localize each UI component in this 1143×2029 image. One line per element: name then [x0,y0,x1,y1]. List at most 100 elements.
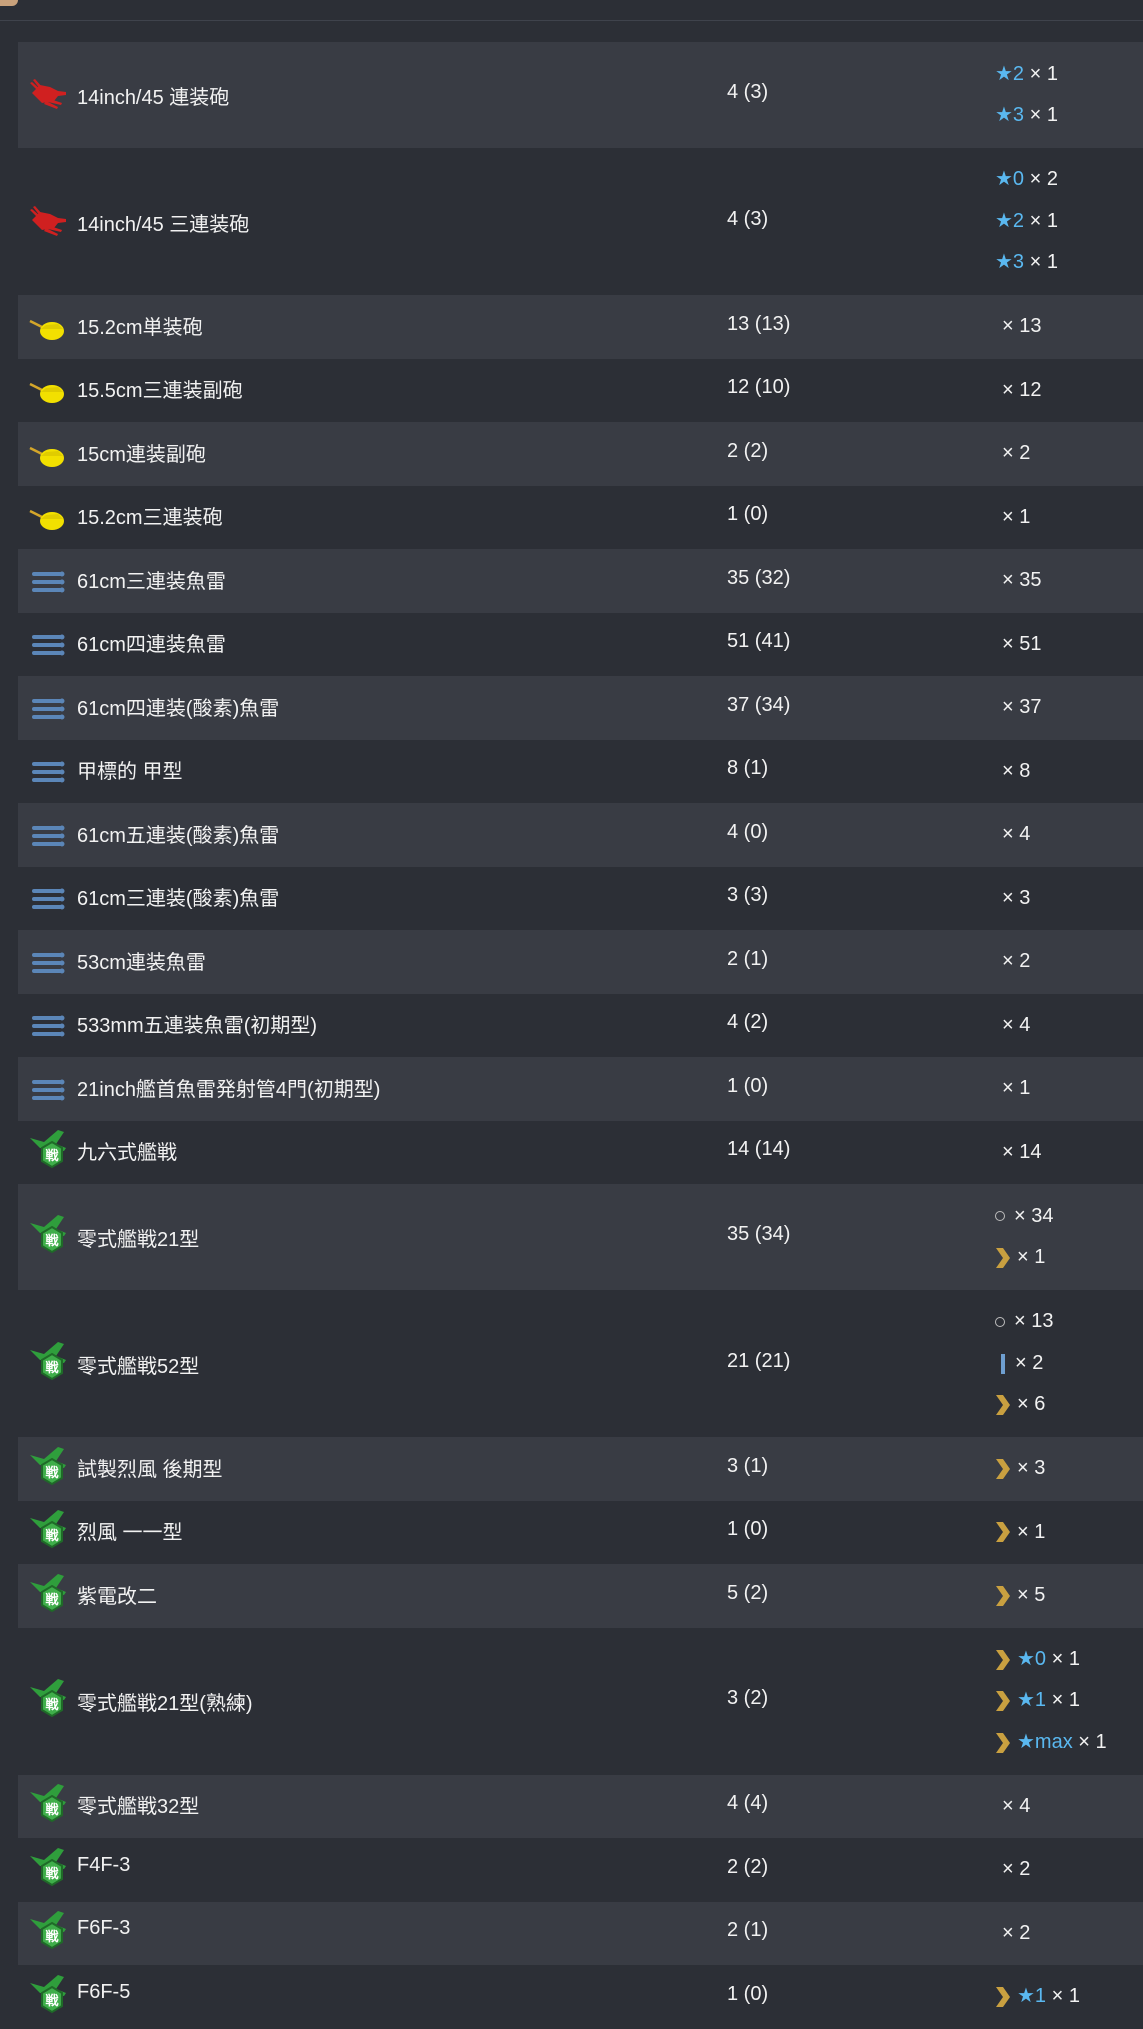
multiplier: × 2 [1015,1351,1044,1374]
multiplier: × 4 [1002,823,1031,845]
chevron-icon [995,1394,1017,1416]
multiplier: × 3 [1002,886,1031,909]
star-level: ★0 [995,168,1025,191]
equipment-name: 零式艦戦32型 [77,1796,200,1819]
equipment-list: 14inch/45 連装砲 4 (3) ★2 × 1 ★3 × 1 14inch/45 … [18,42,1143,2029]
proficiency-list: × 2 [995,433,1030,475]
secondary-gun-icon [28,499,68,535]
chevron-icon [995,1585,1017,1607]
svg-text:戦: 戦 [45,1993,59,2009]
equipment-name: F6F-5 [77,1980,131,2003]
equipment-row: 戦 零式艦戦21型 35 (34) × 34 × 1 [18,1184,1143,1290]
equipment-count: 14 (14) [727,1138,791,1161]
proficiency-list: × 12 [995,370,1041,412]
star-level: ★3 [995,251,1025,274]
equipment-name: 61cm三連装(酸素)魚雷 [77,888,280,911]
torpedo-icon [28,753,68,789]
proficiency-list: × 4 [995,814,1030,856]
chevron-icon [995,1521,1017,1543]
proficiency-line: × 35 [995,560,1041,602]
proficiency-line: × 12 [995,370,1041,412]
multiplier: × 14 [1002,1140,1042,1163]
equipment-row: 61cm四連装魚雷 51 (41) × 51 [18,612,1143,676]
svg-text:戦: 戦 [45,1528,59,1544]
fighter-icon: 戦 [28,1909,68,1953]
fighter-icon: 戦 [28,1445,68,1489]
proficiency-line: × 1 [995,497,1030,539]
proficiency-line: ★3 × 1 [995,95,1058,137]
equipment-count: 4 (2) [727,1011,769,1034]
chevron-icon [995,1986,1017,2008]
equipment-row: 戦零式艦戦21型(熟練) 3 (2) ★0 × 1 ★1 × 1 ★max × 1 [18,1627,1143,1775]
star-level: ★2 [995,209,1025,232]
proficiency-line: × 4 [995,1786,1030,1828]
proficiency-line: × 13 [995,1301,1053,1343]
proficiency-list: × 8 [995,751,1030,793]
equipment-count: 21 (21) [727,1349,791,1372]
multiplier: × 1 [1017,1520,1046,1543]
proficiency-list: × 2 [995,1849,1030,1891]
equipment-count: 3 (2) [727,1687,769,1709]
equipment-count: 8 (1) [727,757,769,780]
multiplier: × 1 [1029,209,1058,232]
multiplier: × 1 [1002,505,1031,528]
equipment-name: 15cm連装副砲 [77,443,206,466]
equipment-row: 戦 九六式艦戦 14 (14) × 14 [18,1120,1143,1184]
equipment-count: 2 (1) [727,1919,769,1942]
equipment-row: 61cm三連装魚雷 35 (32) × 35 [18,549,1143,613]
equipment-count: 1 (0) [727,503,769,526]
torpedo-icon [28,817,68,853]
equipment-count: 4 (4) [727,1792,769,1815]
proficiency-list: × 3 [995,1448,1045,1490]
equipment-name: 烈風 一一型 [77,1522,183,1545]
proficiency-list: × 1 [995,1068,1030,1110]
equipment-name: 21inch艦首魚雷発射管4門(初期型) [77,1078,381,1101]
equipment-row: 533mm五連装魚雷(初期型) 4 (2) × 4 [18,993,1143,1057]
avatar [0,0,18,6]
proficiency-list: × 2 [995,1913,1030,1955]
proficiency-line: ★1 × 1 [995,1976,1080,2018]
svg-text:戦: 戦 [45,1233,59,1249]
circle-icon [995,1317,1005,1327]
proficiency-line: × 2 [995,433,1030,475]
equipment-count: 37 (34) [727,693,791,716]
equipment-row: 15cm連装副砲 2 (2) × 2 [18,422,1143,486]
proficiency-list: × 1 [995,497,1030,539]
equipment-count: 51 (41) [727,630,791,653]
proficiency-list: × 1 [995,1512,1045,1554]
multiplier: × 8 [1002,759,1031,782]
equipment-row: 14inch/45 三連装砲 4 (3) ★0 × 2 ★2 × 1 ★3 × 1 [18,148,1143,295]
equipment-row: 61cm三連装(酸素)魚雷 3 (3) × 3 [18,866,1143,930]
proficiency-list: × 13 [995,306,1041,348]
multiplier: × 1 [1002,1077,1031,1099]
chevron-icon [995,1247,1017,1269]
proficiency-list: ★0 × 2 ★2 × 1 ★3 × 1 [995,159,1058,284]
equipment-row: 15.5cm三連装副砲 12 (10) × 12 [18,358,1143,422]
multiplier: × 1 [1078,1730,1107,1753]
torpedo-icon [28,1071,68,1107]
multiplier: × 3 [1017,1457,1046,1479]
secondary-gun-icon [28,372,68,408]
equipment-name: 533mm五連装魚雷(初期型) [77,1015,318,1038]
equipment-count: 1 (0) [727,1518,769,1541]
main-gun-icon [28,77,68,113]
equipment-count: 2 (1) [727,947,769,970]
equipment-name: 試製烈風 後期型 [77,1458,223,1481]
multiplier: × 37 [1002,696,1042,718]
star-level: ★2 [995,62,1025,85]
equipment-name: 14inch/45 連装砲 [77,87,230,109]
proficiency-line: × 37 [995,687,1041,729]
equipment-row: 21inch艦首魚雷発射管4門(初期型) 1 (0) × 1 [18,1057,1143,1121]
fighter-icon: 戦 [28,1973,68,2017]
equipment-name: 61cm三連装魚雷 [77,570,226,593]
equipment-name: 紫電改二 [77,1585,157,1608]
torpedo-icon [28,626,68,662]
multiplier: × 13 [1014,1310,1054,1333]
equipment-name: 零式艦戦21型 [77,1229,200,1251]
star-level: ★1 [1017,1689,1047,1712]
svg-text:戦: 戦 [45,1929,59,1945]
equipment-row: 14inch/45 連装砲 4 (3) ★2 × 1 ★3 × 1 [18,42,1143,148]
multiplier: × 2 [1002,1921,1031,1944]
equipment-count: 4 (3) [727,81,769,103]
fighter-icon: 戦 [28,1340,68,1384]
